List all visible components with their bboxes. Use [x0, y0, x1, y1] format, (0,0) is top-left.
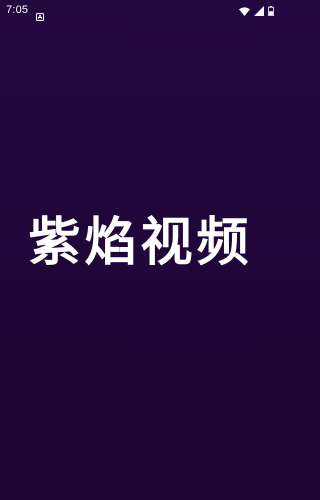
- status-bar-left: 7:05: [6, 3, 45, 21]
- status-bar: 7:05: [0, 0, 281, 21]
- cellular-signal-icon: [254, 1, 264, 20]
- status-bar-right: [239, 1, 274, 20]
- battery-icon: [268, 1, 274, 20]
- wifi-icon: [239, 1, 250, 20]
- status-time: 7:05: [6, 3, 29, 16]
- splash-app-title: 紫焰视频: [28, 213, 253, 273]
- notification-app-icon: [36, 6, 45, 21]
